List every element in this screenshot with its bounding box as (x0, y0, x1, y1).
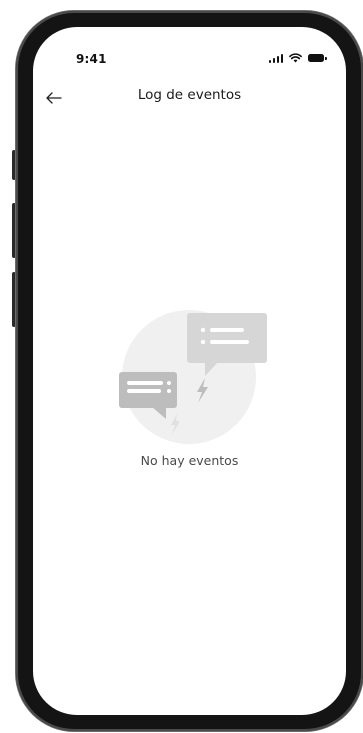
signal-icon (268, 53, 283, 63)
page: 9:41 Log de eventos No hay eventos (0, 0, 363, 733)
empty-state-message: No hay eventos (140, 453, 239, 468)
status-time: 9:41 (76, 52, 107, 66)
phone-frame: 9:41 Log de eventos No hay eventos (16, 11, 363, 731)
page-title: Log de eventos (137, 87, 242, 103)
chat-bubbles-lightning-illustration (119, 310, 267, 444)
phone-screen: 9:41 Log de eventos No hay eventos (33, 27, 346, 715)
battery-icon (308, 54, 327, 62)
status-icons (268, 53, 327, 63)
wifi-icon (289, 53, 302, 63)
